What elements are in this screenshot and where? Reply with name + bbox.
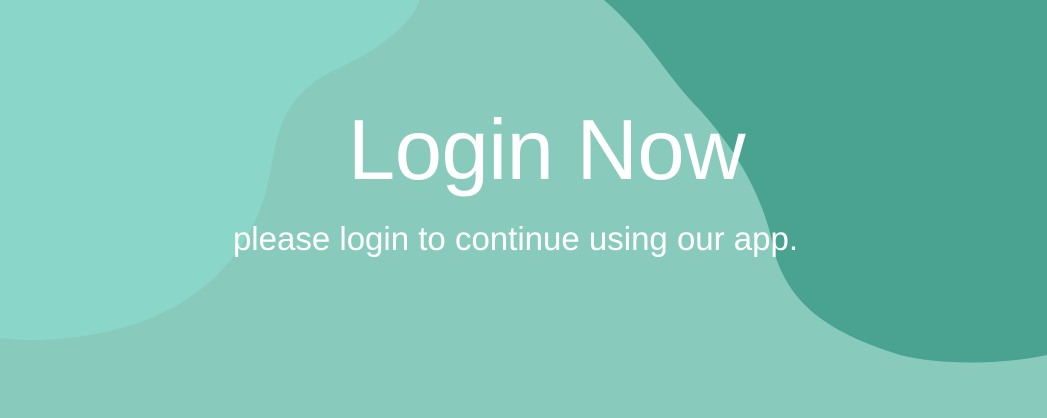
page-subtitle: please login to continue using our app.	[232, 220, 799, 257]
page-title: Login Now	[347, 103, 746, 198]
background-blobs	[0, 0, 1047, 418]
